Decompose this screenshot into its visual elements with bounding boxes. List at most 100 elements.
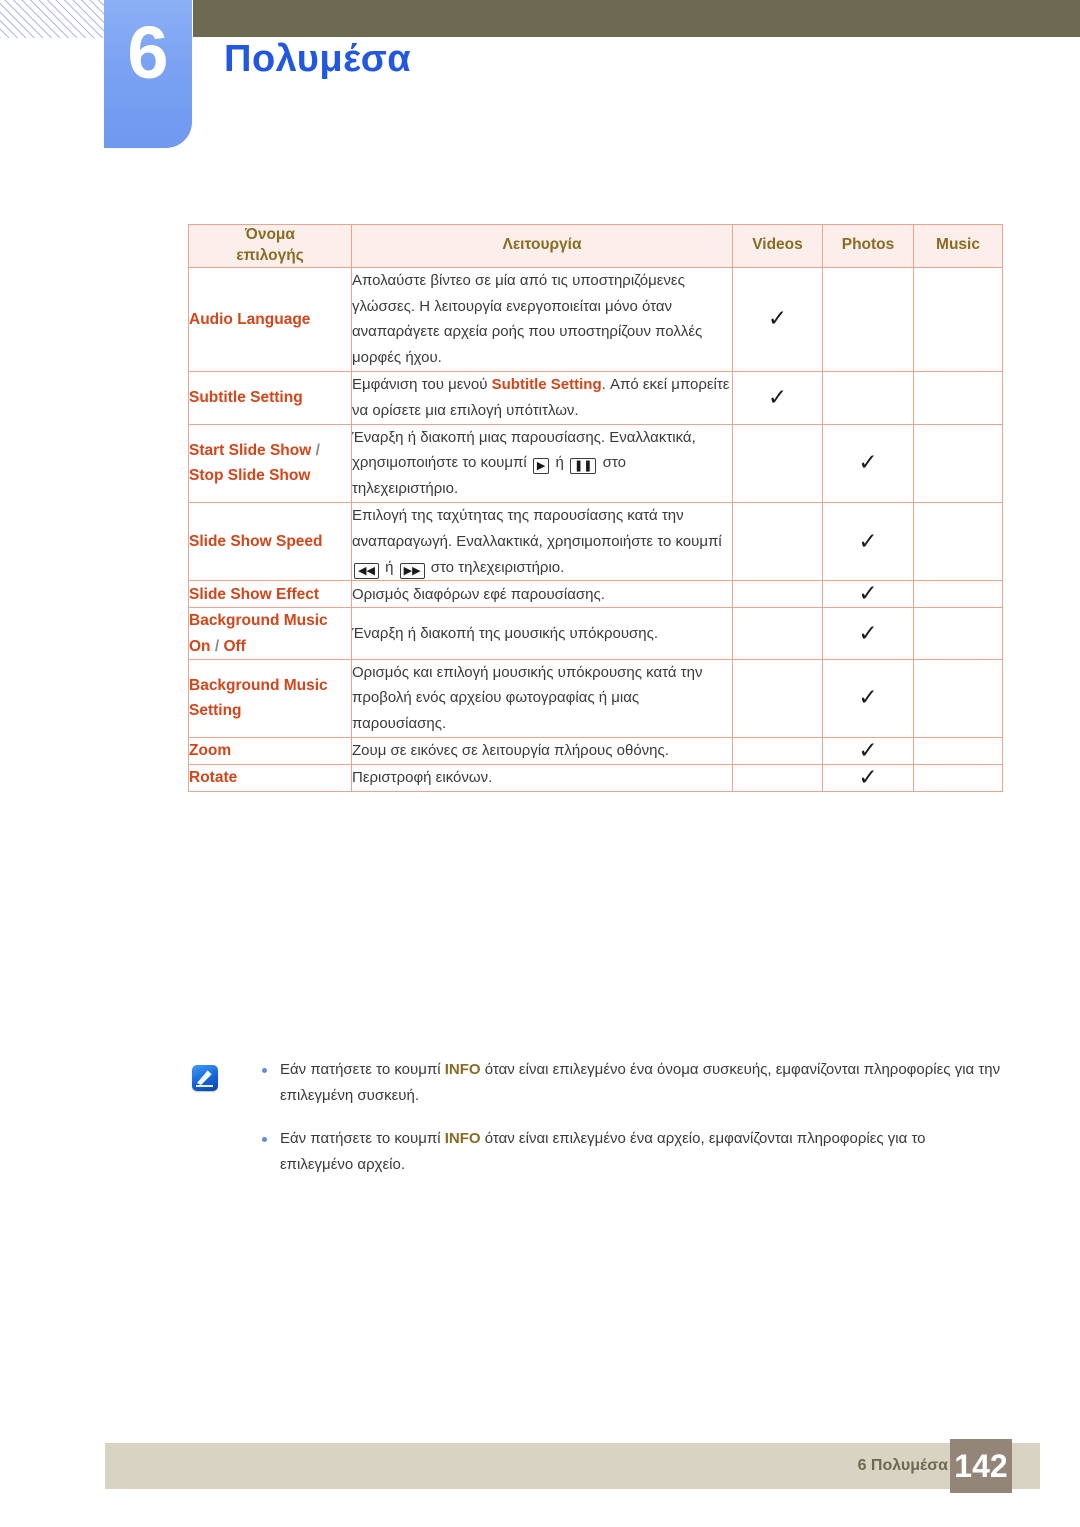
- music-support-cell: [913, 737, 1003, 766]
- chapter-number: 6: [127, 11, 169, 94]
- check-icon: ✓: [858, 450, 878, 477]
- note-text-pre: Εάν πατήσετε το κουμπί: [280, 1129, 445, 1147]
- note-item: Εάν πατήσετε το κουμπί INFO όταν είναι ε…: [262, 1126, 1002, 1179]
- option-name: Subtitle Setting: [188, 371, 352, 425]
- check-icon: ✓: [858, 738, 878, 765]
- column-header-videos: Videos: [732, 224, 823, 268]
- check-icon: ✓: [767, 306, 788, 333]
- column-header-option-name-line1: Όνομα: [245, 226, 295, 243]
- videos-support-cell: [732, 607, 823, 660]
- table-row: Zoom Ζουμ σε εικόνες σε λειτουργία πλήρο…: [188, 737, 1003, 766]
- option-name-pre: Start Slide Show: [189, 442, 312, 460]
- music-support-cell: [913, 764, 1003, 793]
- note-highlight-info: INFO: [444, 1129, 481, 1147]
- music-support-cell: [913, 607, 1003, 660]
- column-header-music: Music: [913, 224, 1003, 268]
- rewind-button-icon: ◀◀: [354, 562, 379, 579]
- description-text-pre: Έναρξη ή διακοπή μιας παρουσίασης. Εναλλ…: [352, 428, 696, 472]
- photos-support-cell: [822, 266, 914, 373]
- footer-bar: 6 Πολυμέσα 142: [105, 1439, 1040, 1493]
- option-name: Slide Show Effect: [188, 580, 352, 609]
- check-icon: ✓: [767, 384, 788, 411]
- description-text-mid: ή: [551, 454, 569, 472]
- option-name-separator: /: [311, 442, 320, 460]
- option-name: Background Music On / Off: [188, 607, 352, 660]
- option-description: Απολαύστε βίντεο σε μία από τις υποστηρι…: [351, 266, 733, 373]
- music-support-cell: [913, 371, 1003, 425]
- option-description: Ορισμός διαφόρων εφέ παρουσίασης.: [351, 580, 733, 609]
- table-row: Rotate Περιστροφή εικόνων. ✓: [188, 764, 1003, 793]
- fast-forward-button-icon: ▶▶: [399, 562, 425, 579]
- option-name: Start Slide Show / Stop Slide Show: [188, 423, 352, 504]
- description-text-pre: Εμφάνιση του μενού: [352, 376, 492, 394]
- description-text-mid: ή: [380, 558, 398, 576]
- table-row: Slide Show Speed Επιλογή της ταχύτητας τ…: [188, 502, 1003, 582]
- header-olive-bar: [193, 0, 1080, 37]
- option-description: Έναρξη ή διακοπή μιας παρουσίασης. Εναλλ…: [351, 423, 733, 504]
- description-text-pre: Επιλογή της ταχύτητας της παρουσίασης κα…: [352, 507, 722, 550]
- option-description: Έναρξη ή διακοπή της μουσικής υπόκρουσης…: [351, 607, 733, 660]
- page-number-badge: 142: [950, 1439, 1012, 1493]
- photos-support-cell: [822, 371, 914, 425]
- note-highlight-info: INFO: [444, 1061, 481, 1078]
- check-icon: ✓: [858, 685, 878, 712]
- note-text-pre: Εάν πατήσετε το κουμπί: [280, 1061, 445, 1078]
- videos-support-cell: ✓: [732, 371, 823, 425]
- videos-support-cell: [732, 423, 823, 504]
- option-name-post: Stop Slide Show: [189, 467, 311, 485]
- column-header-option-name-line2: επιλογής: [236, 246, 304, 264]
- spec-table-wrapper: Όνομα επιλογής Λειτουργία Videos Photos …: [188, 224, 1003, 793]
- photos-support-cell: ✓: [822, 607, 914, 660]
- multimedia-options-table: Όνομα επιλογής Λειτουργία Videos Photos …: [188, 224, 1003, 793]
- footer-chapter-label: 6 Πολυμέσα: [857, 1457, 948, 1474]
- option-description: Ζουμ σε εικόνες σε λειτουργία πλήρους οθ…: [351, 737, 733, 766]
- videos-support-cell: [732, 737, 823, 766]
- pause-button-icon: ❚❚: [570, 458, 597, 475]
- note-item: Εάν πατήσετε το κουμπί INFO όταν είναι ε…: [262, 1057, 1002, 1110]
- check-icon: ✓: [858, 581, 878, 608]
- videos-support-cell: [732, 502, 823, 582]
- option-description: Επιλογή της ταχύτητας της παρουσίασης κα…: [351, 502, 733, 582]
- chapter-tab: 6: [104, 0, 192, 148]
- note-list: Εάν πατήσετε το κουμπί INFO όταν είναι ε…: [188, 1057, 1002, 1178]
- note-pen-icon: [192, 1065, 218, 1091]
- option-name-separator: /: [210, 637, 224, 655]
- play-button-icon: ▶: [532, 458, 550, 475]
- option-name: Slide Show Speed: [188, 502, 352, 582]
- corner-hatch-decoration: [0, 0, 112, 38]
- option-name: Rotate: [188, 764, 352, 793]
- photos-support-cell: ✓: [822, 502, 914, 582]
- column-header-option-name: Όνομα επιλογής: [188, 224, 352, 268]
- check-icon: ✓: [858, 620, 878, 647]
- check-icon: ✓: [858, 765, 878, 792]
- note-block: Εάν πατήσετε το κουμπί INFO όταν είναι ε…: [188, 1057, 1002, 1194]
- photos-support-cell: ✓: [822, 658, 914, 739]
- page-title: Πολυμέσα: [224, 38, 412, 80]
- description-highlight: Subtitle Setting: [491, 376, 602, 394]
- music-support-cell: [913, 658, 1003, 739]
- music-support-cell: [913, 580, 1003, 609]
- table-row: Audio Language Απολαύστε βίντεο σε μία α…: [188, 266, 1003, 373]
- photos-support-cell: ✓: [822, 764, 914, 793]
- option-name: Zoom: [188, 737, 352, 766]
- option-name-post: Off: [223, 637, 246, 655]
- table-row: Subtitle Setting Εμφάνιση του μενού Subt…: [188, 371, 1003, 425]
- option-name: Background Music Setting: [188, 658, 352, 739]
- table-row: Background Music On / Off Έναρξη ή διακο…: [188, 607, 1003, 660]
- music-support-cell: [913, 423, 1003, 504]
- music-support-cell: [913, 266, 1003, 373]
- description-text-post: στο τηλεχειριστήριο.: [426, 558, 565, 576]
- videos-support-cell: [732, 764, 823, 793]
- option-description: Περιστροφή εικόνων.: [351, 764, 733, 793]
- option-name: Audio Language: [188, 266, 352, 373]
- option-description: Εμφάνιση του μενού Subtitle Setting. Από…: [351, 371, 733, 425]
- videos-support-cell: [732, 658, 823, 739]
- option-description: Ορισμός και επιλογή μουσικής υπόκρουσης …: [351, 658, 733, 739]
- column-header-function: Λειτουργία: [351, 224, 733, 268]
- table-row: Slide Show Effect Ορισμός διαφόρων εφέ π…: [188, 580, 1003, 609]
- music-support-cell: [913, 502, 1003, 582]
- videos-support-cell: [732, 580, 823, 609]
- photos-support-cell: ✓: [822, 737, 914, 766]
- photos-support-cell: ✓: [822, 423, 914, 504]
- check-icon: ✓: [858, 528, 878, 555]
